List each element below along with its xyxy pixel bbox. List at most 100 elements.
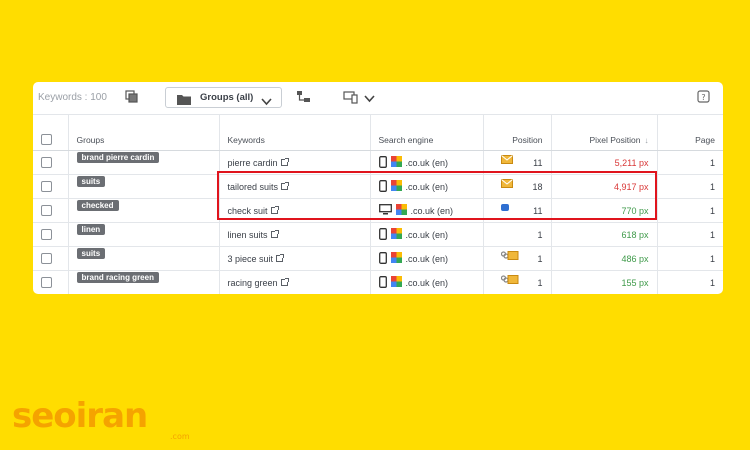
external-link-icon[interactable]	[280, 278, 289, 286]
page-value: 1	[709, 277, 715, 288]
select-all-cell	[33, 114, 69, 151]
keyword-text[interactable]: check suit	[228, 206, 268, 216]
mobile-icon	[378, 227, 387, 242]
row-checkbox[interactable]	[41, 205, 52, 217]
table-header: Groups Keywords Search engine Position P…	[33, 114, 723, 151]
table-row[interactable]: checked check suit .co.uk (en) 11 770 px…	[33, 198, 723, 223]
keyword-text[interactable]: linen suits	[228, 230, 268, 240]
keyword-text[interactable]: 3 piece suit	[228, 254, 274, 264]
pixel-position-value: 486 px	[621, 253, 649, 264]
engine-text: .co.uk (en)	[405, 157, 449, 168]
pixel-position-cell: 486 px	[551, 246, 658, 271]
column-header[interactable]: Search engine	[370, 114, 484, 151]
page-cell: 1	[657, 174, 723, 199]
row-checkbox[interactable]	[41, 157, 52, 169]
external-link-icon[interactable]	[270, 206, 279, 214]
column-header[interactable]: Keywords	[219, 114, 371, 151]
chevron-down-icon[interactable]	[364, 90, 380, 106]
column-header[interactable]: Groups	[68, 114, 220, 151]
position-value: 11	[533, 205, 543, 216]
engine-text: .co.uk (en)	[405, 277, 449, 288]
group-cell: suits	[68, 246, 220, 271]
keywords-table: Groups Keywords Search engine Position P…	[33, 114, 723, 294]
table-row[interactable]: brand racing green racing green .co.uk (…	[33, 270, 723, 294]
badge-icon	[500, 203, 509, 213]
folder-icon	[177, 92, 191, 110]
column-header[interactable]: Page	[657, 114, 723, 151]
table-row[interactable]: suits 3 piece suit .co.uk (en) 1 486 px …	[33, 246, 723, 271]
row-checkbox[interactable]	[41, 229, 52, 241]
page-value: 1	[709, 181, 715, 192]
link-mail-icon	[500, 251, 519, 262]
group-cell: brand pierre cardin	[68, 150, 220, 175]
group-cell: suits	[68, 174, 220, 199]
external-link-icon[interactable]	[270, 230, 279, 238]
external-link-icon[interactable]	[276, 254, 285, 262]
google-icon	[395, 204, 407, 217]
keyword-cell: check suit	[219, 198, 371, 223]
mobile-icon	[378, 179, 387, 194]
row-select-cell	[33, 174, 69, 199]
group-tag[interactable]: suits	[76, 248, 106, 259]
select-all-checkbox[interactable]	[41, 134, 52, 145]
position-cell: 1	[483, 222, 552, 247]
keyword-cell: pierre cardin	[219, 150, 371, 175]
keywords-count: Keywords : 100	[38, 92, 107, 103]
row-checkbox[interactable]	[41, 253, 52, 265]
pixel-position-value: 770 px	[621, 205, 649, 216]
external-link-icon[interactable]	[280, 158, 289, 166]
column-header-sorted[interactable]: Pixel Position ↓	[551, 114, 658, 151]
row-checkbox[interactable]	[41, 277, 52, 289]
keyword-text[interactable]: pierre cardin	[228, 158, 278, 168]
column-header[interactable]: Position	[483, 114, 552, 151]
google-icon	[390, 156, 402, 169]
pixel-position-value: 618 px	[621, 229, 649, 240]
page-value: 1	[709, 229, 715, 240]
keyword-text[interactable]: racing green	[228, 278, 278, 288]
google-icon	[390, 228, 402, 241]
group-tag[interactable]: brand pierre cardin	[76, 152, 160, 163]
pixel-position-value: 5,211 px	[614, 157, 649, 168]
row-checkbox[interactable]	[41, 181, 52, 193]
group-tag[interactable]: brand racing green	[76, 272, 159, 283]
logo-suffix: .com	[170, 432, 190, 441]
pixel-position-cell: 4,917 px	[551, 174, 658, 199]
keyword-cell: racing green	[219, 270, 371, 294]
position-cell: 1	[483, 270, 552, 294]
position-cell: 11	[483, 198, 552, 223]
page-value: 1	[709, 205, 715, 216]
engine-text: .co.uk (en)	[405, 181, 449, 192]
search-engine-cell: .co.uk (en)	[370, 174, 484, 199]
group-cell: checked	[68, 198, 220, 223]
position-cell: 11	[483, 150, 552, 175]
device-icon[interactable]	[343, 90, 359, 106]
svg-text:?: ?	[701, 93, 705, 102]
sort-arrow-icon: ↓	[644, 136, 649, 145]
groups-dropdown[interactable]: Groups (all)	[165, 87, 282, 108]
group-tag[interactable]: linen	[76, 224, 106, 235]
mobile-icon	[378, 251, 387, 266]
group-tag[interactable]: suits	[76, 176, 106, 187]
table-row[interactable]: brand pierre cardin pierre cardin .co.uk…	[33, 150, 723, 175]
hierarchy-icon[interactable]	[296, 90, 312, 106]
search-engine-cell: .co.uk (en)	[370, 150, 484, 175]
table-row[interactable]: suits tailored suits .co.uk (en) 18 4,91…	[33, 174, 723, 199]
row-select-cell	[33, 198, 69, 223]
search-engine-cell: .co.uk (en)	[370, 198, 484, 223]
link-mail-icon	[500, 275, 519, 286]
help-icon[interactable]: ?	[697, 90, 713, 106]
table-row[interactable]: linen linen suits .co.uk (en) 1 618 px 1	[33, 222, 723, 247]
group-tag[interactable]: checked	[76, 200, 119, 211]
position-cell: 1	[483, 246, 552, 271]
engine-text: .co.uk (en)	[405, 229, 449, 240]
search-engine-cell: .co.uk (en)	[370, 246, 484, 271]
keyword-text[interactable]: tailored suits	[228, 182, 279, 192]
chevron-down-icon	[261, 93, 272, 111]
copy-icon[interactable]	[125, 90, 141, 106]
page-cell: 1	[657, 246, 723, 271]
position-value: 1	[537, 253, 543, 264]
pixel-position-cell: 155 px	[551, 270, 658, 294]
pixel-position-value: 4,917 px	[613, 181, 649, 192]
page-cell: 1	[657, 150, 723, 175]
external-link-icon[interactable]	[281, 182, 290, 190]
